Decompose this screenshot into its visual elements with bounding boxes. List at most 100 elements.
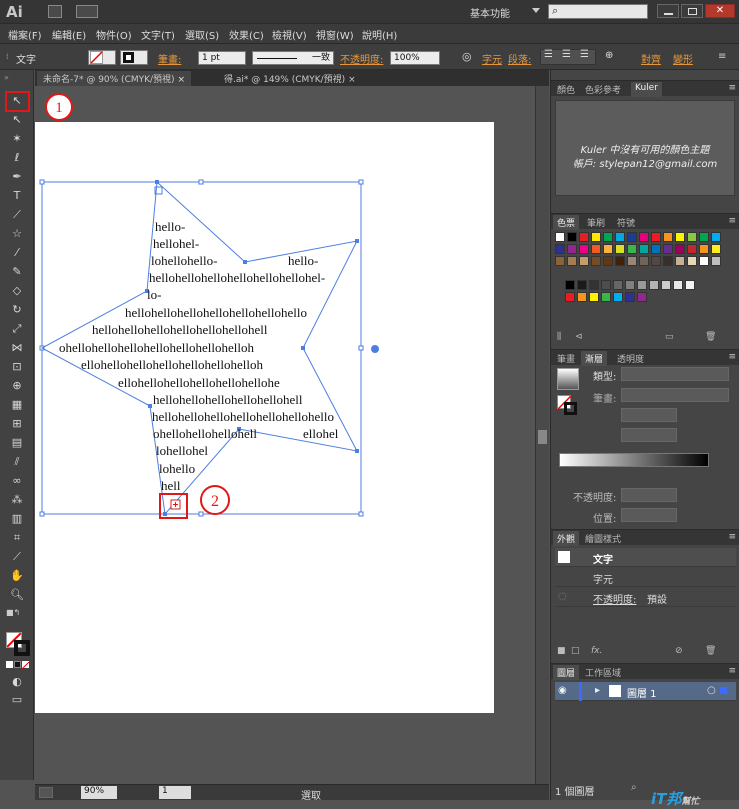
- swatch[interactable]: [589, 292, 599, 302]
- swatch[interactable]: [615, 256, 625, 266]
- tab-kuler[interactable]: Kuler: [631, 82, 662, 97]
- character-link[interactable]: 字元: [482, 51, 502, 66]
- type-tool-icon[interactable]: T: [8, 188, 26, 204]
- tab-gradient[interactable]: 漸層: [581, 351, 608, 366]
- swatch[interactable]: [675, 232, 685, 242]
- tab-transparency[interactable]: 透明度: [613, 351, 648, 366]
- add-stroke-icon[interactable]: □: [571, 646, 580, 656]
- scale-tool-icon[interactable]: ⤢: [8, 321, 26, 337]
- trash-icon[interactable]: 🗑︎: [705, 332, 716, 342]
- menu-view[interactable]: 檢視(V): [272, 27, 307, 42]
- swatch[interactable]: [565, 292, 575, 302]
- panel-menu-icon[interactable]: ≡: [728, 532, 736, 542]
- blend-tool-icon[interactable]: ∞: [8, 473, 26, 489]
- swatch[interactable]: [663, 232, 673, 242]
- swatch[interactable]: [651, 232, 661, 242]
- gradient-stroke-select[interactable]: [621, 388, 729, 402]
- swatch[interactable]: [663, 244, 673, 254]
- swatch[interactable]: [699, 244, 709, 254]
- fx-icon[interactable]: fx.: [591, 646, 602, 656]
- direct-selection-tool-icon[interactable]: ↖: [8, 112, 26, 128]
- swatch[interactable]: [565, 280, 575, 290]
- artboard-tool-icon[interactable]: ⌗: [8, 530, 26, 546]
- align-link[interactable]: 對齊: [641, 51, 661, 66]
- swatch[interactable]: [651, 256, 661, 266]
- align-left-icon[interactable]: ☰: [544, 49, 553, 60]
- swatch-kind-icon[interactable]: ⊲: [575, 332, 583, 342]
- layer-row[interactable]: ◉ ▸ 圖層 1 ○: [555, 682, 736, 701]
- menu-select[interactable]: 選取(S): [185, 27, 219, 42]
- tab-brushes[interactable]: 筆刷: [583, 215, 609, 230]
- panel-menu-icon[interactable]: ≡: [718, 51, 726, 62]
- tab-document-2[interactable]: 得.ai* @ 149% (CMYK/預視) ×: [218, 71, 362, 86]
- expand-triangle-icon[interactable]: ▸: [595, 685, 600, 696]
- area-text[interactable]: hello- hellohel- lohellohello- hello- he…: [59, 219, 339, 493]
- tab-color-guide[interactable]: 色彩參考: [581, 82, 625, 97]
- star-tool-icon[interactable]: ☆: [8, 226, 26, 242]
- rotate-tool-icon[interactable]: ↻: [8, 302, 26, 318]
- swatch[interactable]: [555, 256, 565, 266]
- opacity-input[interactable]: 100%: [390, 51, 440, 65]
- center-point[interactable]: [371, 345, 379, 353]
- swatch[interactable]: [613, 280, 623, 290]
- symbol-sprayer-tool-icon[interactable]: ⁂: [8, 492, 26, 508]
- fill-swatch[interactable]: [88, 50, 116, 65]
- perspective-grid-tool-icon[interactable]: ▦: [8, 397, 26, 413]
- swatch[interactable]: [601, 280, 611, 290]
- hand-tool-icon[interactable]: ✋: [8, 568, 26, 584]
- search-input[interactable]: ⌕: [548, 4, 648, 19]
- width-tool-icon[interactable]: ⋈: [8, 340, 26, 356]
- maximize-button[interactable]: [681, 4, 703, 18]
- swatch[interactable]: [711, 232, 721, 242]
- column-graph-tool-icon[interactable]: ▥: [8, 511, 26, 527]
- gradient-opacity-input[interactable]: [621, 488, 677, 502]
- swatch[interactable]: [711, 244, 721, 254]
- swatch[interactable]: [603, 232, 613, 242]
- panel-menu-icon[interactable]: ≡: [728, 352, 736, 362]
- swatch[interactable]: [699, 232, 709, 242]
- bullet-icon[interactable]: ⊕: [605, 50, 613, 61]
- paragraph-link[interactable]: 段落:: [508, 51, 531, 66]
- appearance-item-opacity[interactable]: ◌ 不透明度: 預設: [555, 588, 736, 607]
- artboard-number-input[interactable]: 1: [159, 786, 191, 799]
- swatch[interactable]: [591, 232, 601, 242]
- swatch[interactable]: [603, 244, 613, 254]
- gradient-aspect-input[interactable]: [621, 428, 677, 442]
- target-icon[interactable]: ○: [707, 685, 716, 696]
- zoom-out-icon[interactable]: [39, 787, 53, 798]
- swatch[interactable]: [591, 256, 601, 266]
- bridge-icon[interactable]: [48, 5, 62, 18]
- tab-document-1[interactable]: 未命名-7* @ 90% (CMYK/預視) ×: [37, 71, 191, 86]
- tab-symbols[interactable]: 符號: [613, 215, 639, 230]
- collapse-icon[interactable]: »: [4, 73, 9, 82]
- trash-icon[interactable]: 🗑︎: [705, 646, 716, 656]
- swatch[interactable]: [711, 256, 721, 266]
- swatch[interactable]: [651, 244, 661, 254]
- swatch-library-icon[interactable]: ⫼: [557, 332, 561, 342]
- swatch[interactable]: [555, 244, 565, 254]
- color-mode-icons[interactable]: [6, 661, 30, 670]
- vertical-scrollbar[interactable]: [535, 86, 549, 786]
- swatch[interactable]: [639, 244, 649, 254]
- selection-tool-icon[interactable]: ↖: [8, 93, 26, 109]
- paintbrush-tool-icon[interactable]: ⁄: [8, 245, 26, 261]
- tab-swatches[interactable]: 色票: [553, 215, 580, 230]
- align-buttons[interactable]: ☰ ☰ ☰: [540, 49, 596, 65]
- close-icon[interactable]: ✕: [705, 4, 735, 18]
- zoom-select[interactable]: 90%: [81, 786, 117, 799]
- stroke-weight-input[interactable]: 1 pt: [198, 51, 246, 65]
- appearance-item-type[interactable]: 文字: [555, 548, 736, 567]
- swatch[interactable]: [673, 280, 683, 290]
- zoom-tool-icon[interactable]: 🔍︎: [8, 587, 26, 603]
- menu-object[interactable]: 物件(O): [96, 27, 132, 42]
- clear-icon[interactable]: ⊘: [675, 646, 683, 656]
- magic-wand-tool-icon[interactable]: ✶: [8, 131, 26, 147]
- swatch[interactable]: [567, 244, 577, 254]
- chevron-down-icon[interactable]: [532, 8, 540, 13]
- swatch[interactable]: [567, 232, 577, 242]
- transform-link[interactable]: 變形: [673, 51, 693, 66]
- swatch[interactable]: [579, 244, 589, 254]
- swatch[interactable]: [661, 280, 671, 290]
- swatch[interactable]: [555, 232, 565, 242]
- swatch[interactable]: [625, 280, 635, 290]
